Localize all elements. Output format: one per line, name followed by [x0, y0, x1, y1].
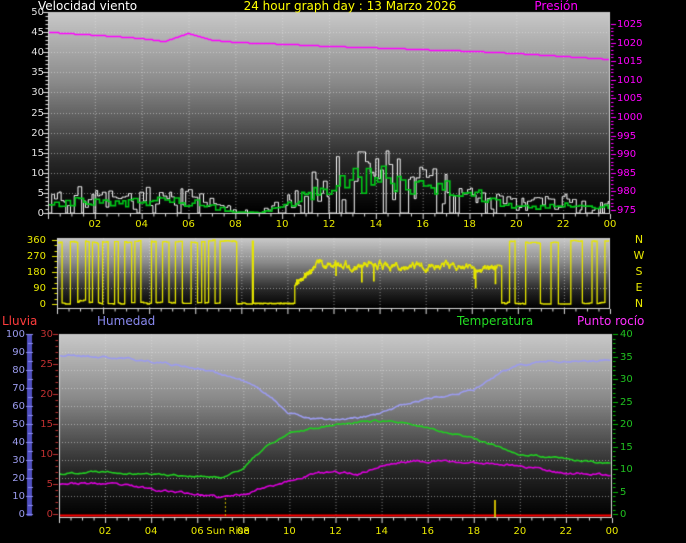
tick-label: 40 [620, 329, 633, 340]
pressure-panel-label: Presión [534, 0, 578, 13]
wind-speed-panel-label: Velocidad viento [38, 0, 138, 13]
tick-label: 10 [620, 464, 633, 475]
tick-label: 15 [40, 419, 53, 430]
tick-label: 10 [275, 219, 289, 230]
tick-label: 20 [509, 219, 523, 230]
tick-label: 270 [26, 251, 46, 262]
tick-label: 1010 [617, 74, 643, 86]
tick-label: 10 [40, 449, 53, 460]
tick-label: 20 [620, 419, 633, 430]
tick-label: 20 [513, 526, 527, 537]
tick-label: 14 [369, 219, 383, 230]
tick-label: 50 [12, 419, 25, 430]
tick-label: S [635, 265, 643, 278]
tick-label: 25 [620, 396, 633, 408]
tick-label: 0 [18, 509, 25, 520]
tick-label: N [634, 233, 644, 246]
tick-label: 02 [88, 219, 102, 230]
tick-label: 35 [31, 67, 44, 79]
tick-label: 30 [40, 329, 53, 340]
tick-label: 90 [33, 283, 46, 294]
tick-label: 20 [31, 127, 44, 139]
tick-label: 10 [12, 491, 25, 502]
humidity-panel-label: Humedad [97, 314, 156, 328]
tick-label: N [634, 297, 644, 310]
tick-label: 980 [617, 186, 637, 198]
tick-label: 1000 [617, 112, 643, 123]
tick-label: 30 [31, 87, 44, 99]
tick-label: 990 [617, 149, 637, 161]
tick-label: 04 [135, 219, 149, 230]
tick-label: 70 [12, 383, 25, 394]
tick-label: 5 [37, 187, 44, 199]
tick-label: 40 [31, 47, 44, 59]
tick-label: 14 [375, 526, 388, 537]
tick-label: 10 [283, 526, 296, 537]
temperature-panel-label: Temperatura [457, 314, 534, 328]
graph-title: 24 hour graph day : 13 Marzo 2026 [243, 0, 457, 13]
tick-label: 00 [605, 526, 619, 537]
tick-label: 10 [31, 167, 44, 179]
tick-label: 1015 [617, 56, 643, 68]
tick-label: 360 [26, 235, 46, 246]
tick-label: 1005 [617, 93, 643, 105]
tick-label: 06 [190, 526, 204, 537]
tick-label: 5 [46, 479, 53, 490]
tick-label: 100 [5, 329, 25, 340]
tick-label: 30 [12, 455, 25, 466]
tick-label: 90 [12, 347, 25, 358]
weather-24h-graph-window: Velocidad viento 24 hour graph day : 13 … [0, 0, 686, 543]
tick-label: 0 [46, 509, 53, 520]
tick-label: 985 [617, 167, 637, 179]
tick-label: 16 [421, 526, 435, 537]
tick-label: 60 [12, 401, 25, 412]
tick-label: 08 [236, 526, 250, 537]
tick-label: 16 [416, 219, 430, 230]
tick-label: 22 [559, 526, 573, 537]
tick-label: 80 [12, 365, 25, 376]
rain-panel-label: Lluvia [2, 314, 38, 328]
tick-label: 15 [620, 441, 633, 453]
tick-label: 25 [31, 107, 44, 119]
tick-label: 20 [12, 473, 25, 484]
tick-label: 0 [39, 299, 46, 310]
tick-label: 02 [98, 526, 112, 537]
tick-label: 25 [40, 359, 53, 370]
tick-label: 18 [463, 219, 476, 230]
tick-label: 35 [620, 351, 633, 363]
tick-label: 50 [31, 7, 44, 18]
tick-label: 06 [182, 219, 195, 230]
tick-label: 20 [40, 389, 53, 400]
tick-label: 975 [617, 205, 637, 216]
tick-label: 5 [620, 486, 627, 498]
tick-label: 00 [603, 219, 617, 230]
tick-label: W [633, 249, 645, 262]
tick-label: 08 [228, 219, 242, 230]
tick-label: 1025 [617, 19, 643, 30]
tick-label: E [635, 281, 643, 294]
tick-label: 0 [37, 208, 44, 219]
tick-label: 45 [31, 27, 44, 39]
tick-label: 12 [322, 219, 336, 230]
tick-label: 40 [12, 437, 25, 448]
tick-label: 30 [620, 374, 633, 385]
tick-label: 12 [329, 526, 342, 537]
tick-label: 180 [26, 267, 46, 278]
tick-label: 15 [31, 147, 44, 159]
dew-point-panel-label: Punto rocío [577, 314, 645, 328]
tick-label: 04 [144, 526, 158, 537]
weather-graph-canvas [0, 0, 686, 543]
tick-label: 1020 [617, 37, 643, 49]
tick-label: 995 [617, 130, 637, 142]
tick-label: 22 [556, 219, 570, 230]
tick-label: 0 [620, 509, 627, 520]
tick-label: 18 [467, 526, 481, 537]
